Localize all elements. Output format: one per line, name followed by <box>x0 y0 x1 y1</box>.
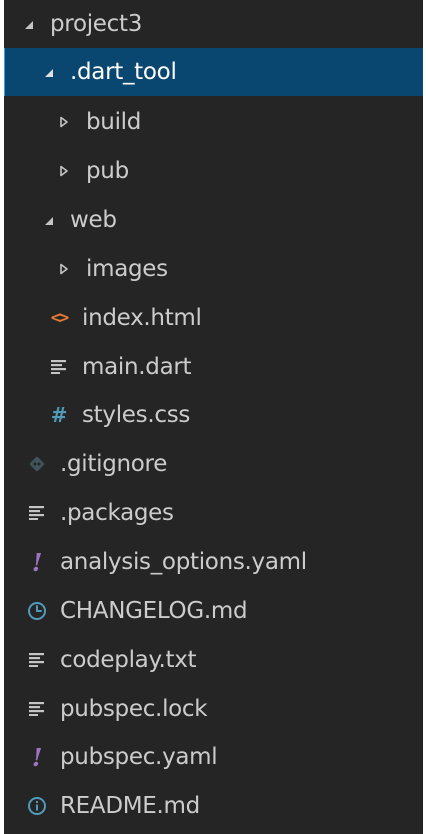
tree-item-label: styles.css <box>82 401 191 428</box>
tree-item-label: README.md <box>60 792 200 819</box>
tree-folder-pub[interactable]: pub <box>4 147 423 195</box>
tree-file-index-html[interactable]: <> index.html <box>4 294 423 342</box>
tree-file-analysis-options[interactable]: ! analysis_options.yaml <box>4 538 423 586</box>
chevron-down-icon <box>40 64 56 80</box>
file-explorer: project3 .dart_tool build pub web images <box>4 0 423 834</box>
tree-folder-dart-tool[interactable]: .dart_tool <box>4 48 423 96</box>
info-icon <box>26 795 48 817</box>
yaml-file-icon: ! <box>31 742 43 772</box>
chevron-right-icon <box>56 163 72 179</box>
tree-item-label: .gitignore <box>60 450 168 477</box>
tree-item-label: analysis_options.yaml <box>60 548 307 575</box>
tree-item-label: pubspec.lock <box>60 695 208 722</box>
chevron-down-icon <box>20 16 36 32</box>
tree-file-codeplay[interactable]: codeplay.txt <box>4 636 423 684</box>
yaml-file-icon: ! <box>31 547 43 577</box>
git-file-icon <box>26 453 48 475</box>
text-file-icon <box>48 356 70 378</box>
tree-item-label: images <box>86 255 168 282</box>
tree-item-label: pubspec.yaml <box>60 743 218 770</box>
tree-file-main-dart[interactable]: main.dart <box>4 343 423 391</box>
tree-folder-images[interactable]: images <box>4 245 423 293</box>
tree-folder-web[interactable]: web <box>4 196 423 244</box>
tree-file-changelog[interactable]: CHANGELOG.md <box>4 587 423 635</box>
tree-file-gitignore[interactable]: .gitignore <box>4 440 423 488</box>
chevron-right-icon <box>56 261 72 277</box>
tree-item-label: CHANGELOG.md <box>60 597 248 624</box>
clock-icon <box>26 600 48 622</box>
html-file-icon: <> <box>50 308 69 328</box>
tree-item-label: web <box>70 206 117 233</box>
text-file-icon <box>26 649 48 671</box>
tree-file-readme[interactable]: README.md <box>4 782 423 830</box>
tree-file-pubspec-lock[interactable]: pubspec.lock <box>4 685 423 733</box>
tree-folder-project3[interactable]: project3 <box>4 0 423 48</box>
text-file-icon <box>26 698 48 720</box>
tree-item-label: codeplay.txt <box>60 646 197 673</box>
tree-item-label: build <box>86 108 142 135</box>
tree-item-label: .dart_tool <box>70 58 177 85</box>
tree-item-label: pub <box>86 157 129 184</box>
tree-item-label: .packages <box>60 499 174 526</box>
text-file-icon <box>26 502 48 524</box>
tree-item-label: index.html <box>82 304 202 331</box>
tree-folder-build[interactable]: build <box>4 98 423 146</box>
tree-item-label: main.dart <box>82 353 192 380</box>
tree-file-pubspec-yaml[interactable]: ! pubspec.yaml <box>4 733 423 781</box>
tree-file-styles-css[interactable]: # styles.css <box>4 391 423 439</box>
tree-item-label: project3 <box>50 10 143 37</box>
chevron-right-icon <box>56 114 72 130</box>
chevron-down-icon <box>40 212 56 228</box>
css-file-icon: # <box>50 403 68 427</box>
tree-file-packages[interactable]: .packages <box>4 489 423 537</box>
